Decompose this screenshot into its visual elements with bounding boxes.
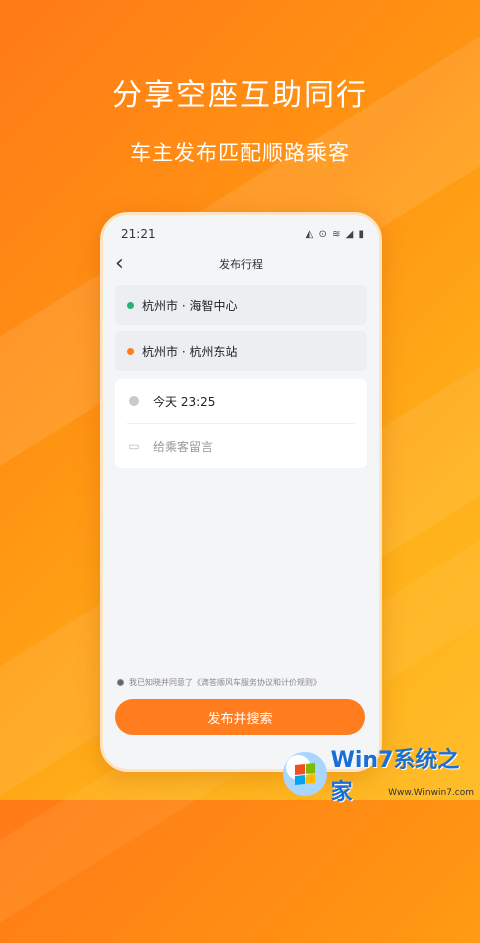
nav-bar: ‹ 发布行程 [103, 249, 379, 279]
message-placeholder: 给乘客留言 [153, 439, 214, 454]
origin-dot-icon [127, 301, 134, 309]
agreement-row[interactable]: 我已知晓并同意了《滴答顺风车服务协议和计价规则》 [117, 677, 321, 688]
agreement-text: 我已知晓并同意了《滴答顺风车服务协议和计价规则》 [129, 678, 321, 687]
trip-details-card: 今天 23:25 ▭ 给乘客留言 [115, 379, 367, 468]
chat-bubble-icon: ▭ [128, 439, 140, 453]
message-row[interactable]: ▭ 给乘客留言 [127, 423, 355, 468]
destination-field[interactable]: 杭州市 · 杭州东站 [115, 331, 367, 371]
promo-subheadline: 车主发布匹配顺路乘客 [130, 141, 350, 165]
destination-label: 杭州市 · 杭州东站 [142, 344, 238, 359]
promo-headline: 分享空座互助同行 [112, 78, 368, 113]
publish-search-button[interactable]: 发布并搜索 [115, 699, 365, 735]
windows-logo-icon [283, 752, 327, 796]
departure-time-row[interactable]: 今天 23:25 [127, 379, 355, 423]
agreement-radio[interactable] [117, 679, 124, 686]
back-arrow-icon[interactable]: ‹ [115, 253, 124, 275]
phone-mockup: 21:21 ◭ ⊙ ≋ ◢ ▮ ‹ 发布行程 杭州市 · 海智中心 杭州市 · … [100, 212, 382, 772]
watermark-url: Www.Winwin7.com [388, 788, 474, 798]
status-bar: 21:21 ◭ ⊙ ≋ ◢ ▮ [103, 219, 379, 249]
page-title: 发布行程 [219, 258, 263, 271]
status-time: 21:21 [121, 227, 156, 241]
status-icons: ◭ ⊙ ≋ ◢ ▮ [305, 228, 365, 240]
destination-dot-icon [127, 347, 134, 355]
watermark: Win7系统之家 Www.Winwin7.com [283, 748, 480, 805]
clock-icon [129, 396, 139, 406]
origin-field[interactable]: 杭州市 · 海智中心 [115, 285, 367, 325]
departure-time-value: 今天 23:25 [153, 394, 216, 409]
origin-label: 杭州市 · 海智中心 [142, 298, 238, 313]
